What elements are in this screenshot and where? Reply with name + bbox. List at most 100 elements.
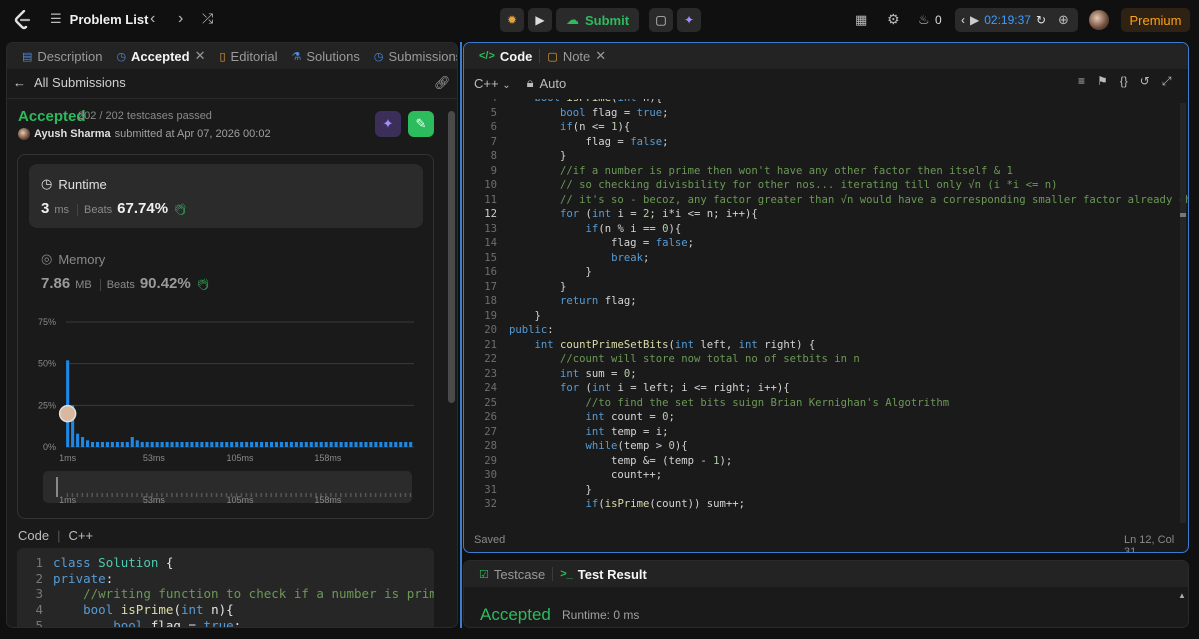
code-line[interactable]: // so checking divisbility for other nos… [509, 178, 1057, 193]
code-line[interactable]: flag = false; [509, 236, 694, 251]
bookmark-icon[interactable]: ⚑ [1097, 74, 1108, 89]
tab-editorial[interactable]: ▯ Editorial [212, 49, 284, 64]
expand-icon[interactable]: ⤢ [1162, 74, 1172, 89]
code-line[interactable]: //to find the set bits suign Brian Kerni… [509, 396, 950, 411]
undo-icon[interactable]: ↺ [1140, 74, 1150, 89]
code-line[interactable]: //if a number is prime then won't have a… [509, 164, 1013, 179]
settings-gear-icon[interactable]: ⚙ [887, 11, 900, 28]
code-line[interactable]: while(temp > 0){ [509, 439, 688, 454]
code-line[interactable]: int count = 0; [509, 410, 675, 425]
code-line[interactable]: } [509, 280, 566, 295]
minimap-bar [369, 493, 372, 497]
code-line[interactable]: //count will store now total no of setbi… [509, 352, 860, 367]
code-line[interactable]: if(n <= 1){ [509, 120, 630, 135]
premium-button[interactable]: Premium [1121, 8, 1190, 32]
autocomplete-mode[interactable]: Auto [540, 76, 567, 91]
tab-label: Note [562, 48, 591, 64]
code-line[interactable]: flag = false; [509, 135, 669, 150]
notes-button[interactable]: ▢ [649, 8, 674, 32]
tab-code[interactable]: </> Code [472, 49, 539, 64]
submit-button[interactable]: ☁ Submit [556, 8, 640, 32]
braces-icon[interactable]: {} [1120, 74, 1128, 89]
code-line[interactable]: bool flag = true; [509, 106, 668, 121]
code-line[interactable]: count++; [509, 468, 662, 483]
bar [289, 442, 293, 447]
user-avatar-small [18, 128, 30, 140]
code-line[interactable]: if(n % i == 0){ [509, 222, 682, 237]
tab-accepted[interactable]: ◷ Accepted ✕ [109, 48, 212, 64]
leetcode-logo-icon[interactable] [14, 10, 32, 30]
minimap-bar [181, 493, 183, 497]
close-icon[interactable]: ✕ [595, 48, 606, 64]
run-button[interactable]: ▶ [528, 8, 552, 32]
code-line[interactable]: // it's so - becoz, any factor greater t… [509, 193, 1188, 208]
code-line[interactable]: } [509, 483, 592, 498]
code-line[interactable]: for (int i = 2; i*i <= n; i++){ [509, 207, 758, 222]
edit-button[interactable]: ✎ [408, 111, 434, 137]
terminal-icon: >_ [560, 568, 573, 580]
streak-fire-icon[interactable]: ♨ [918, 12, 930, 28]
bar [160, 442, 164, 447]
add-user-icon[interactable]: ⊕ [1058, 12, 1069, 28]
ai-assist-button[interactable]: ✦ [677, 8, 702, 32]
timer-play-icon[interactable]: ▶ [970, 13, 979, 27]
minimap-bar [270, 493, 272, 497]
minimap-bar [205, 493, 208, 497]
next-problem-icon[interactable]: › [178, 10, 183, 28]
left-scrollbar[interactable] [448, 111, 455, 403]
line-number: 23 [484, 367, 497, 380]
chevron-left-icon[interactable]: ‹ [961, 13, 965, 27]
tab-description[interactable]: ▤ Description [15, 49, 109, 64]
format-icon[interactable]: ≡ [1078, 74, 1085, 89]
all-submissions-link[interactable]: ← All Submissions [13, 75, 126, 90]
code-line[interactable]: } [509, 265, 592, 280]
user-name[interactable]: Ayush Sharma [34, 128, 111, 140]
minimap-tick-label: 105ms [226, 495, 254, 505]
bar [349, 442, 353, 447]
reset-icon[interactable]: ↻ [1036, 13, 1046, 27]
runtime-label: Runtime [58, 176, 107, 192]
code-line[interactable]: if(isPrime(count)) sum++; [509, 497, 745, 512]
code-line[interactable]: int countPrimeSetBits(int left, int righ… [509, 338, 816, 353]
panel-resizer[interactable] [460, 42, 462, 628]
line-number: 17 [484, 280, 497, 293]
tab-submissions[interactable]: ◷ Submissions [367, 49, 457, 64]
code-line[interactable]: } [509, 309, 541, 324]
scroll-up-icon[interactable]: ▲ [1178, 591, 1186, 600]
code-line[interactable]: return flag; [509, 294, 637, 309]
code-line[interactable]: } [509, 149, 566, 164]
tab-testcase[interactable]: ☑ Testcase [472, 567, 552, 582]
code-line[interactable]: break; [509, 251, 649, 266]
bar [180, 442, 184, 447]
link-icon[interactable]: 🔗︎ [434, 75, 451, 91]
tab-solutions[interactable]: ⚗ Solutions [285, 49, 367, 64]
problem-list-button[interactable]: ☰ Problem List [50, 11, 148, 27]
editor-scrollbar[interactable] [1180, 103, 1186, 523]
code-line[interactable]: temp &= (temp - 1); [509, 454, 732, 469]
minimap-bar [171, 493, 173, 497]
minimap-bar [91, 493, 94, 497]
range-slider-handle [56, 477, 58, 497]
line-number: 12 [484, 208, 497, 220]
code-editor[interactable]: 4 bool isPrime(int n){5 bool flag = true… [464, 99, 1188, 519]
debug-button[interactable]: ✹ [500, 8, 524, 32]
bar [304, 442, 308, 447]
tab-note[interactable]: ▢ Note ✕ [540, 48, 613, 64]
layout-icon[interactable]: ▦ [855, 12, 867, 28]
language-select[interactable]: C++ ⌄ [474, 76, 511, 91]
runtime-distribution-chart: 75%50%25%0%1ms 53ms 105ms 158ms1ms 53ms 105ms… [38, 317, 414, 505]
close-icon[interactable]: ✕ [195, 48, 206, 64]
code-line[interactable]: public: [509, 323, 554, 338]
bar [225, 442, 229, 447]
user-avatar[interactable] [1089, 10, 1109, 30]
prev-problem-icon[interactable]: ‹ [150, 10, 155, 28]
runtime-block[interactable]: ◷ Runtime 3 ms Beats 67.74% 👏︎ [29, 164, 423, 228]
code-line[interactable]: int temp = i; [509, 425, 669, 440]
tab-test-result[interactable]: >_ Test Result [553, 567, 654, 582]
shuffle-icon[interactable]: ⤮ [202, 10, 213, 27]
minimap-bar [86, 493, 89, 497]
code-line[interactable]: for (int i = left; i <= right; i++){ [509, 381, 790, 396]
minimap-bar [190, 493, 193, 497]
code-line[interactable]: int sum = 0; [509, 367, 637, 382]
ai-analyze-button[interactable]: ✦ [375, 111, 401, 137]
